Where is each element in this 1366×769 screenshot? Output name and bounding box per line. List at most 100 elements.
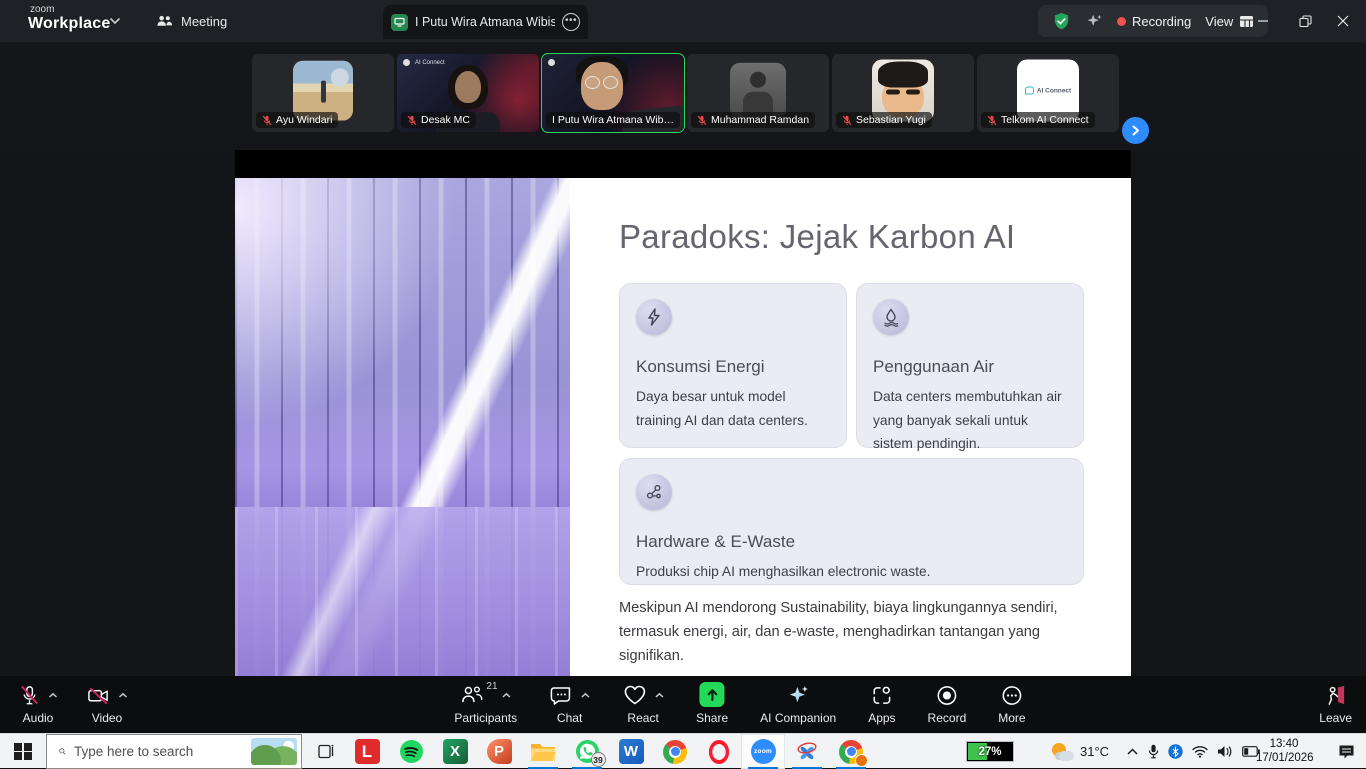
video-menu-caret[interactable] [118,692,128,699]
meeting-toolbar: Audio Video 21 Participants Chat [0,676,1366,733]
word-icon: W [619,739,644,764]
video-tile-desak-mc[interactable]: AI Connect Desak MC [397,54,539,132]
next-participants-page-button[interactable] [1122,117,1149,144]
participant-name-pill: Sebastian Yugi [836,112,932,128]
taskbar-clock[interactable]: 13:40 17/01/2026 [1256,737,1312,765]
apps-button[interactable]: Apps [868,676,895,733]
participants-icon [460,684,484,706]
action-center-button[interactable] [1326,734,1366,769]
ai-companion-button[interactable]: AI Companion [760,676,836,733]
video-button[interactable]: Video [86,676,128,733]
taskbar-app-l[interactable]: L [345,734,389,769]
active-tab-title: I Putu Wira Atmana Wibisana's sc [415,15,555,29]
profile-badge [855,754,868,767]
lightning-icon [636,299,672,335]
card-body: Produksi chip AI menghasilkan electronic… [636,560,1067,584]
chrome-icon [663,740,687,764]
nodes-icon [636,474,672,510]
task-view-icon [318,744,335,759]
video-tile-ayu-windari[interactable]: Ayu Windari [252,54,394,132]
taskbar-app-whatsapp[interactable]: 39 [565,734,609,769]
audio-menu-caret[interactable] [48,692,58,699]
record-button[interactable]: Record [928,676,967,733]
taskbar-search-box[interactable] [46,734,302,769]
tray-bluetooth-icon[interactable] [1168,744,1183,759]
meeting-tab-label: Meeting [181,14,227,29]
react-label: React [627,711,658,725]
video-tile-putu-active-speaker[interactable]: I Putu Wira Atmana Wibis... [542,54,684,132]
search-highlights-image[interactable] [251,738,297,765]
more-button[interactable]: More [998,676,1025,733]
react-menu-caret[interactable] [654,692,664,699]
ai-connect-logo-text: AI Connect [1037,87,1071,94]
view-label: View [1205,14,1233,29]
ai-sparkle-icon[interactable] [1085,12,1103,30]
tray-chevron-up-icon[interactable] [1126,747,1139,756]
search-input[interactable] [74,744,251,759]
apps-label: Apps [868,711,895,725]
participant-name-pill: Telkom AI Connect [981,112,1095,128]
recording-indicator[interactable]: Recording [1117,14,1191,29]
mic-muted-icon [18,684,41,707]
battery-percentage-widget[interactable]: 27% [966,741,1014,762]
mic-muted-icon [987,115,997,126]
taskbar-app-word[interactable]: W [609,734,653,769]
taskbar-app-spotify[interactable] [389,734,433,769]
ai-connect-watermark [548,59,555,66]
workspace-chevron-down-icon[interactable] [108,14,122,28]
taskbar-app-excel[interactable]: X [433,734,477,769]
taskbar-app-opera[interactable] [697,734,741,769]
security-shield-icon[interactable] [1052,12,1071,31]
video-tile-muhammad-ramdan[interactable]: Muhammad Ramdan [687,54,829,132]
participant-name-pill: Muhammad Ramdan [691,112,815,128]
participants-menu-caret[interactable] [501,692,511,699]
leave-button[interactable]: Leave [1319,676,1352,733]
participant-name: Telkom AI Connect [1001,114,1089,126]
mic-muted-icon [407,115,417,126]
window-close-button[interactable] [1320,0,1366,42]
tab-meeting[interactable]: Meeting [148,8,235,34]
react-button[interactable]: React [622,676,664,733]
sun-cloud-icon [1052,743,1074,761]
tab-active-screenshare[interactable]: I Putu Wira Atmana Wibisana's sc ••• [383,5,588,39]
taskbar-app-chrome-profile[interactable] [829,734,873,769]
windows-taskbar: L X P 39 W zoom 27% 31°C 13:40 17/0 [0,733,1366,768]
taskbar-app-file-explorer[interactable] [521,734,565,769]
card-hardware-ewaste: Hardware & E-Waste Produksi chip AI meng… [619,458,1084,585]
notification-icon [1338,744,1355,760]
participants-count: 21 [486,681,497,692]
battery-percent-label: 27% [967,742,1013,761]
tray-speaker-icon[interactable] [1217,745,1233,758]
chat-menu-caret[interactable] [580,692,590,699]
participant-name: Desak MC [421,114,470,126]
screenshare-icon [391,14,408,31]
recording-dot-icon [1117,17,1126,26]
video-tile-telkom-ai-connect[interactable]: AI Connect Telkom AI Connect [977,54,1119,132]
powerpoint-icon: P [487,739,512,764]
taskbar-app-chrome[interactable] [653,734,697,769]
pinwheel-annotation-icon [794,739,820,764]
chat-button[interactable]: Chat [549,676,590,733]
participant-name: I Putu Wira Atmana Wibis... [552,114,674,126]
taskbar-app-zoom-active[interactable]: zoom [741,734,785,769]
taskbar-app-pinwheel[interactable] [785,734,829,769]
taskbar-app-powerpoint[interactable]: P [477,734,521,769]
start-button[interactable] [0,734,46,769]
tray-microphone-icon[interactable] [1148,744,1159,759]
window-minimize-button[interactable] [1240,0,1286,42]
audio-button[interactable]: Audio [18,676,58,733]
card-title: Hardware & E-Waste [636,532,1067,552]
whatsapp-badge: 39 [591,752,606,767]
video-tile-sebastian-yugi[interactable]: Sebastian Yugi [832,54,974,132]
shared-screen-stage: Paradoks: Jejak Karbon AI Konsumsi Energ… [0,150,1366,676]
slide-footer-text: Meskipun AI mendorong Sustainability, bi… [619,596,1087,668]
participants-button[interactable]: 21 Participants [454,676,517,733]
share-button[interactable]: Share [696,676,728,733]
taskbar-weather[interactable]: 31°C [1052,734,1109,769]
participant-name: Sebastian Yugi [856,114,926,126]
tab-options-button[interactable]: ••• [562,13,580,31]
card-konsumsi-energi: Konsumsi Energi Daya besar untuk model t… [619,283,847,448]
task-view-button[interactable] [306,734,346,769]
tray-wifi-icon[interactable] [1192,745,1208,758]
people-icon [156,14,173,29]
